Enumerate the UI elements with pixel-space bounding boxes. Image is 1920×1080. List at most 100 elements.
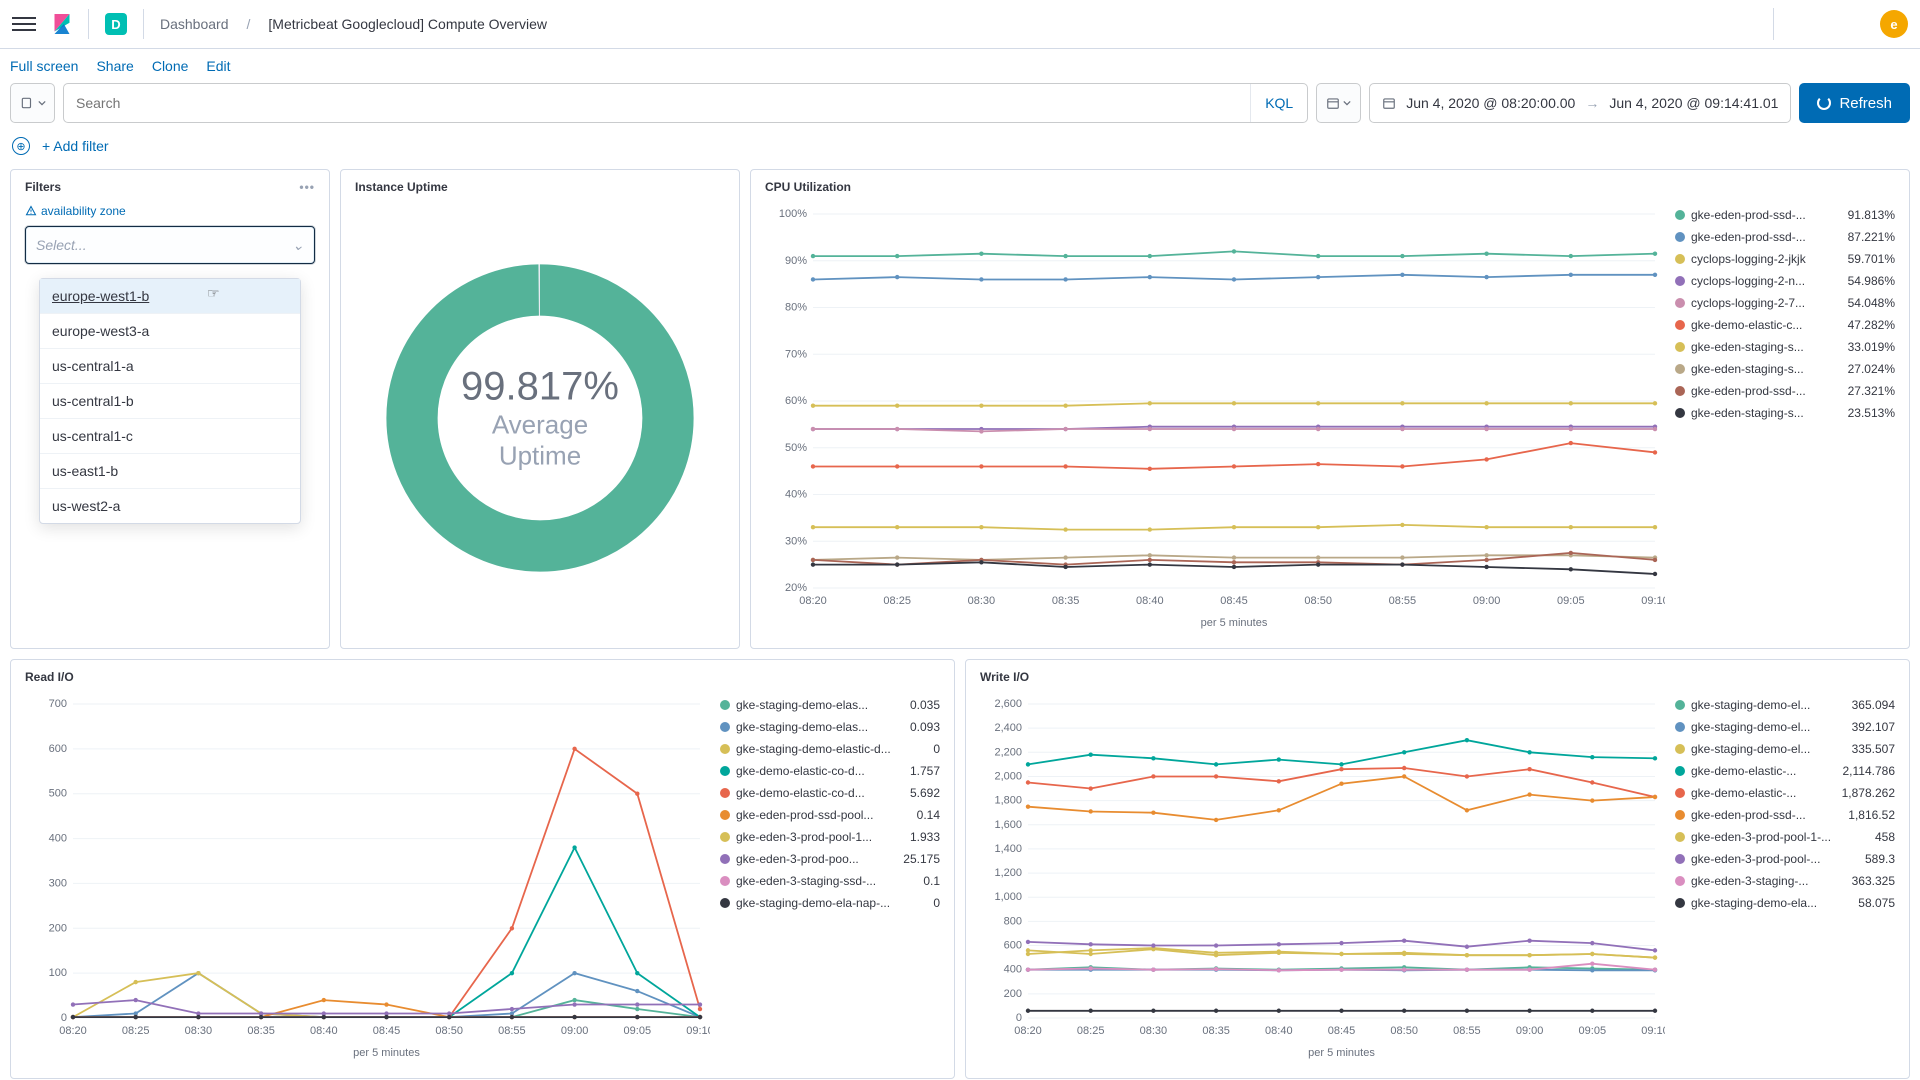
legend-item[interactable]: gke-staging-demo-el... 365.094 bbox=[1675, 698, 1895, 712]
legend-item[interactable]: cyclops-logging-2-7... 54.048% bbox=[1675, 296, 1895, 310]
legend-item[interactable]: gke-eden-staging-s... 27.024% bbox=[1675, 362, 1895, 376]
svg-text:per 5 minutes: per 5 minutes bbox=[1308, 1047, 1375, 1059]
legend-dot bbox=[720, 876, 730, 886]
svg-text:08:25: 08:25 bbox=[122, 1025, 150, 1037]
svg-text:90%: 90% bbox=[785, 255, 807, 267]
dropdown-option[interactable]: us-east1-b bbox=[40, 454, 300, 489]
add-filter-button[interactable]: + Add filter bbox=[42, 138, 109, 154]
chevron-down-icon bbox=[38, 99, 46, 107]
legend-dot bbox=[1675, 700, 1685, 710]
mail-icon[interactable] bbox=[1822, 8, 1858, 40]
legend-name: cyclops-logging-2-n... bbox=[1691, 274, 1842, 288]
legend-value: 589.3 bbox=[1865, 852, 1895, 866]
search-input-wrapper: KQL bbox=[63, 83, 1308, 123]
kql-toggle[interactable]: KQL bbox=[1250, 84, 1307, 122]
svg-text:40%: 40% bbox=[785, 489, 807, 501]
legend-dot bbox=[720, 810, 730, 820]
panel-title: Read I/O bbox=[25, 670, 74, 684]
legend-dot bbox=[1675, 854, 1685, 864]
legend-item[interactable]: gke-staging-demo-elas... 0.035 bbox=[720, 698, 940, 712]
dropdown-option[interactable]: us-central1-b bbox=[40, 384, 300, 419]
legend-item[interactable]: gke-demo-elastic-co-d... 1.757 bbox=[720, 764, 940, 778]
date-range-picker[interactable]: Jun 4, 2020 @ 08:20:00.00 → Jun 4, 2020 … bbox=[1369, 83, 1791, 123]
svg-text:09:05: 09:05 bbox=[1579, 1025, 1607, 1037]
saved-query-button[interactable] bbox=[10, 83, 55, 123]
svg-text:08:45: 08:45 bbox=[1328, 1025, 1356, 1037]
hamburger-icon[interactable] bbox=[12, 12, 36, 36]
clone-link[interactable]: Clone bbox=[152, 58, 189, 74]
legend-item[interactable]: gke-eden-prod-ssd-... 87.221% bbox=[1675, 230, 1895, 244]
search-input[interactable] bbox=[64, 95, 1250, 111]
svg-text:08:40: 08:40 bbox=[310, 1025, 338, 1037]
legend-value: 54.048% bbox=[1848, 296, 1895, 310]
edit-link[interactable]: Edit bbox=[206, 58, 230, 74]
legend-value: 0 bbox=[933, 742, 940, 756]
legend-item[interactable]: gke-eden-staging-s... 23.513% bbox=[1675, 406, 1895, 420]
svg-text:08:35: 08:35 bbox=[1202, 1025, 1230, 1037]
user-avatar[interactable]: e bbox=[1880, 10, 1908, 38]
panel-menu-icon[interactable]: ••• bbox=[299, 180, 315, 194]
legend-item[interactable]: gke-staging-demo-ela... 58.075 bbox=[1675, 896, 1895, 910]
svg-text:08:30: 08:30 bbox=[1140, 1025, 1168, 1037]
availability-zone-select[interactable]: Select... ⌄ bbox=[25, 226, 315, 264]
legend-item[interactable]: gke-demo-elastic-co-d... 5.692 bbox=[720, 786, 940, 800]
legend-item[interactable]: gke-demo-elastic-... 2,114.786 bbox=[1675, 764, 1895, 778]
share-link[interactable]: Share bbox=[96, 58, 133, 74]
svg-text:2,400: 2,400 bbox=[994, 722, 1022, 734]
svg-text:1,200: 1,200 bbox=[994, 867, 1022, 879]
svg-text:08:55: 08:55 bbox=[1389, 595, 1417, 607]
legend-item[interactable]: gke-eden-prod-ssd-... 1,816.52 bbox=[1675, 808, 1895, 822]
legend-item[interactable]: gke-staging-demo-el... 392.107 bbox=[1675, 720, 1895, 734]
svg-text:700: 700 bbox=[49, 698, 67, 710]
refresh-button[interactable]: Refresh bbox=[1799, 83, 1910, 123]
legend-dot bbox=[1675, 408, 1685, 418]
legend-name: gke-eden-3-prod-pool-1-... bbox=[1691, 830, 1869, 844]
dropdown-option[interactable]: us-west2-a bbox=[40, 489, 300, 523]
fullscreen-link[interactable]: Full screen bbox=[10, 58, 78, 74]
dropdown-option[interactable]: us-central1-a bbox=[40, 349, 300, 384]
legend-item[interactable]: gke-eden-3-staging-ssd-... 0.1 bbox=[720, 874, 940, 888]
legend-item[interactable]: gke-eden-staging-s... 33.019% bbox=[1675, 340, 1895, 354]
dropdown-option[interactable]: us-central1-c bbox=[40, 419, 300, 454]
legend-item[interactable]: gke-eden-prod-ssd-pool... 0.14 bbox=[720, 808, 940, 822]
select-placeholder: Select... bbox=[36, 237, 87, 253]
legend-item[interactable]: gke-eden-3-prod-pool-1-... 458 bbox=[1675, 830, 1895, 844]
legend-item[interactable]: gke-demo-elastic-c... 47.282% bbox=[1675, 318, 1895, 332]
legend-item[interactable]: gke-demo-elastic-... 1,878.262 bbox=[1675, 786, 1895, 800]
legend-value: 1.757 bbox=[910, 764, 940, 778]
svg-text:100%: 100% bbox=[779, 208, 807, 220]
svg-text:08:30: 08:30 bbox=[968, 595, 996, 607]
legend-dot bbox=[1675, 898, 1685, 908]
svg-text:1,400: 1,400 bbox=[994, 843, 1022, 855]
legend-item[interactable]: gke-eden-3-staging-... 363.325 bbox=[1675, 874, 1895, 888]
arrow-right-icon: → bbox=[1585, 95, 1599, 111]
panel-title: Write I/O bbox=[980, 670, 1029, 684]
legend-name: gke-demo-elastic-... bbox=[1691, 764, 1837, 778]
legend-item[interactable]: gke-staging-demo-el... 335.507 bbox=[1675, 742, 1895, 756]
svg-text:09:05: 09:05 bbox=[624, 1025, 652, 1037]
legend-dot bbox=[1675, 744, 1685, 754]
legend-item[interactable]: gke-eden-3-prod-pool-1... 1.933 bbox=[720, 830, 940, 844]
kibana-logo-icon[interactable] bbox=[52, 14, 72, 34]
legend-item[interactable]: gke-eden-3-prod-pool-... 589.3 bbox=[1675, 852, 1895, 866]
legend-dot bbox=[720, 788, 730, 798]
date-quick-button[interactable] bbox=[1316, 83, 1361, 123]
legend-item[interactable]: gke-eden-prod-ssd-... 27.321% bbox=[1675, 384, 1895, 398]
filter-menu-icon[interactable]: ⊕ bbox=[12, 137, 30, 155]
app-badge[interactable]: D bbox=[105, 13, 127, 35]
legend-item[interactable]: gke-staging-demo-elastic-d... 0 bbox=[720, 742, 940, 756]
dropdown-option[interactable]: europe-west1-b☜ bbox=[40, 279, 300, 314]
legend-item[interactable]: cyclops-logging-2-jkjk 59.701% bbox=[1675, 252, 1895, 266]
legend-item[interactable]: gke-eden-3-prod-poo... 25.175 bbox=[720, 852, 940, 866]
breadcrumb-root[interactable]: Dashboard bbox=[160, 16, 229, 32]
legend-item[interactable]: gke-staging-demo-elas... 0.093 bbox=[720, 720, 940, 734]
legend-item[interactable]: cyclops-logging-2-n... 54.986% bbox=[1675, 274, 1895, 288]
legend-item[interactable]: gke-eden-prod-ssd-... 91.813% bbox=[1675, 208, 1895, 222]
legend-item[interactable]: gke-staging-demo-ela-nap-... 0 bbox=[720, 896, 940, 910]
svg-text:1,000: 1,000 bbox=[994, 891, 1022, 903]
legend-name: gke-eden-3-prod-poo... bbox=[736, 852, 897, 866]
dropdown-option[interactable]: europe-west3-a bbox=[40, 314, 300, 349]
legend-value: 392.107 bbox=[1852, 720, 1895, 734]
svg-text:200: 200 bbox=[49, 922, 67, 934]
newsfeed-icon[interactable] bbox=[1773, 8, 1810, 40]
